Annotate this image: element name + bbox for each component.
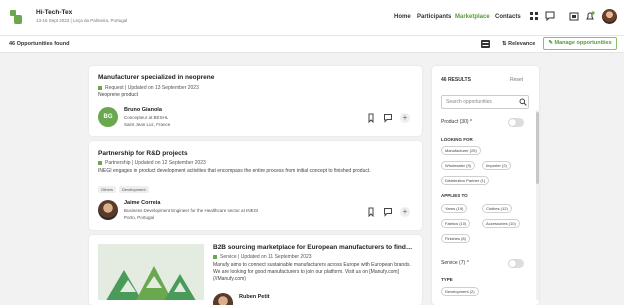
opportunity-updated: Updated on 12 September 2023 [134,160,206,166]
filter-chip[interactable]: Accessories (10) [482,219,520,228]
bookmark-icon[interactable] [366,207,376,217]
participant-avatar[interactable] [98,200,118,220]
chat-icon[interactable] [545,11,555,21]
participant-role: Concepteur at BESHL [124,115,169,120]
type-marker-icon [98,85,102,90]
filter-chip[interactable]: Wholesaler (9) [441,161,476,170]
nav-marketplace[interactable]: Marketplace [455,14,490,20]
looking-for-label: LOOKING FOR [441,137,473,142]
product-filter-label: Product (30) [441,119,469,125]
manage-opportunities-label: Manage opportunities [554,40,612,46]
calendar-icon[interactable] [569,11,579,21]
participant-avatar[interactable]: BG [98,107,118,127]
add-icon[interactable]: + [400,113,410,123]
opportunity-meta: Partnership | Updated on 12 September 20… [98,160,206,166]
filter-chip[interactable]: Clothes (12) [482,204,512,213]
message-icon[interactable] [383,207,393,217]
opportunity-description: Manufy aims to connect sustainable manuf… [213,262,411,282]
sort-label: Relevance [508,41,536,47]
filter-chip[interactable]: Yarns (19) [441,204,468,213]
sort-relevance[interactable]: ⇅ Relevance [502,41,535,47]
filter-chip[interactable]: Manufacturer (25) [441,146,481,155]
nav-contacts[interactable]: Contacts [495,14,521,20]
user-avatar[interactable] [602,9,617,24]
chevron-up-icon: ^ [469,119,473,125]
opportunity-updated: Updated on 13 September 2023 [127,85,199,91]
nav-participants[interactable]: Participants [417,14,451,20]
service-filter-toggle[interactable] [508,259,524,268]
opportunity-title[interactable]: B2B sourcing marketplace for European ma… [213,244,413,251]
product-filter-toggle[interactable] [508,118,524,127]
type-label: TYPE [441,277,453,282]
results-toolbar: 46 Opportunities found ⇅ Relevance ✎ Man… [0,36,624,53]
service-filter-header[interactable]: Service (7) ^ [441,260,469,266]
tag: Others [98,186,117,193]
filter-chip[interactable]: Fabrics (10) [441,219,471,228]
nav-home[interactable]: Home [394,14,411,20]
participant-name[interactable]: Ruben Petit [239,294,270,300]
tag: Development [119,186,149,193]
event-subtitle: 13-15 Sept 2023 | Leça da Palmeira, Port… [36,18,128,23]
opportunity-type: Service [220,254,237,260]
filter-chip[interactable]: Development (2) [441,287,479,296]
event-title: Hi-Tech-Tex [36,9,73,16]
brand-logo[interactable] [10,10,22,24]
filter-chip[interactable]: Distribution Partner (1) [441,176,490,185]
search-opportunities-input[interactable]: Search opportunities [441,95,529,109]
filter-scrollbar-thumb[interactable] [536,112,539,184]
manage-opportunities-button[interactable]: ✎ Manage opportunities [543,37,617,50]
opportunity-type: Request [105,85,124,91]
opportunity-image[interactable] [98,244,204,300]
filter-chip[interactable]: Importer (2) [482,161,511,170]
opportunity-card[interactable]: B2B sourcing marketplace for European ma… [89,235,422,305]
participant-role: Business Development Engineer for the He… [124,208,259,213]
participant-location: Porto, Portugal [124,215,155,220]
results-count: 46 Opportunities found [9,41,70,47]
opportunity-description: INEGI engages in product development act… [98,168,371,174]
top-bar: Hi-Tech-Tex 13-15 Sept 2023 | Leça da Pa… [0,0,624,36]
view-toggle-icon[interactable] [481,40,490,48]
applies-to-label: APPLIES TO [441,193,468,198]
product-filter-header[interactable]: Product (30) ^ [441,119,472,125]
notifications-icon[interactable] [585,11,595,21]
reset-filters-link[interactable]: Reset [510,77,523,83]
opportunity-updated: Updated on 11 September 2023 [240,254,312,260]
search-icon[interactable] [519,98,527,106]
service-filter-label: Service (7) [441,260,466,266]
type-marker-icon [98,160,102,165]
participant-location: Saint Jean Luz, France [124,122,171,127]
opportunity-meta: Request | Updated on 13 September 2023 [98,85,199,91]
type-marker-icon [213,254,217,259]
filter-results-count: 46 RESULTS [441,77,471,83]
opportunity-title[interactable]: Partnership for R&D projects [98,150,398,157]
bookmark-icon[interactable] [366,113,376,123]
participant-name[interactable]: Jaime Correia [124,200,160,206]
add-icon[interactable]: + [400,207,410,217]
opportunity-card[interactable]: Partnership for R&D projects Partnership… [89,141,422,230]
opportunity-meta: Service | Updated on 11 September 2023 [213,254,312,260]
opportunity-card[interactable]: Manufacturer specialized in neoprene Req… [89,66,422,136]
chevron-up-icon: ^ [466,260,469,266]
filter-panel: 46 RESULTS Reset Search opportunities Pr… [432,66,539,305]
manufy-logo-image [98,244,204,300]
filter-chip[interactable]: Finishes (8) [441,234,470,243]
participant-avatar[interactable] [213,293,233,305]
opportunity-description: Neoprene product [98,92,139,98]
opportunity-type: Partnership [105,160,131,166]
apps-grid-icon[interactable] [529,11,539,21]
participant-name[interactable]: Bruno Gianola [124,107,162,113]
message-icon[interactable] [383,113,393,123]
opportunity-title[interactable]: Manufacturer specialized in neoprene [98,74,398,81]
